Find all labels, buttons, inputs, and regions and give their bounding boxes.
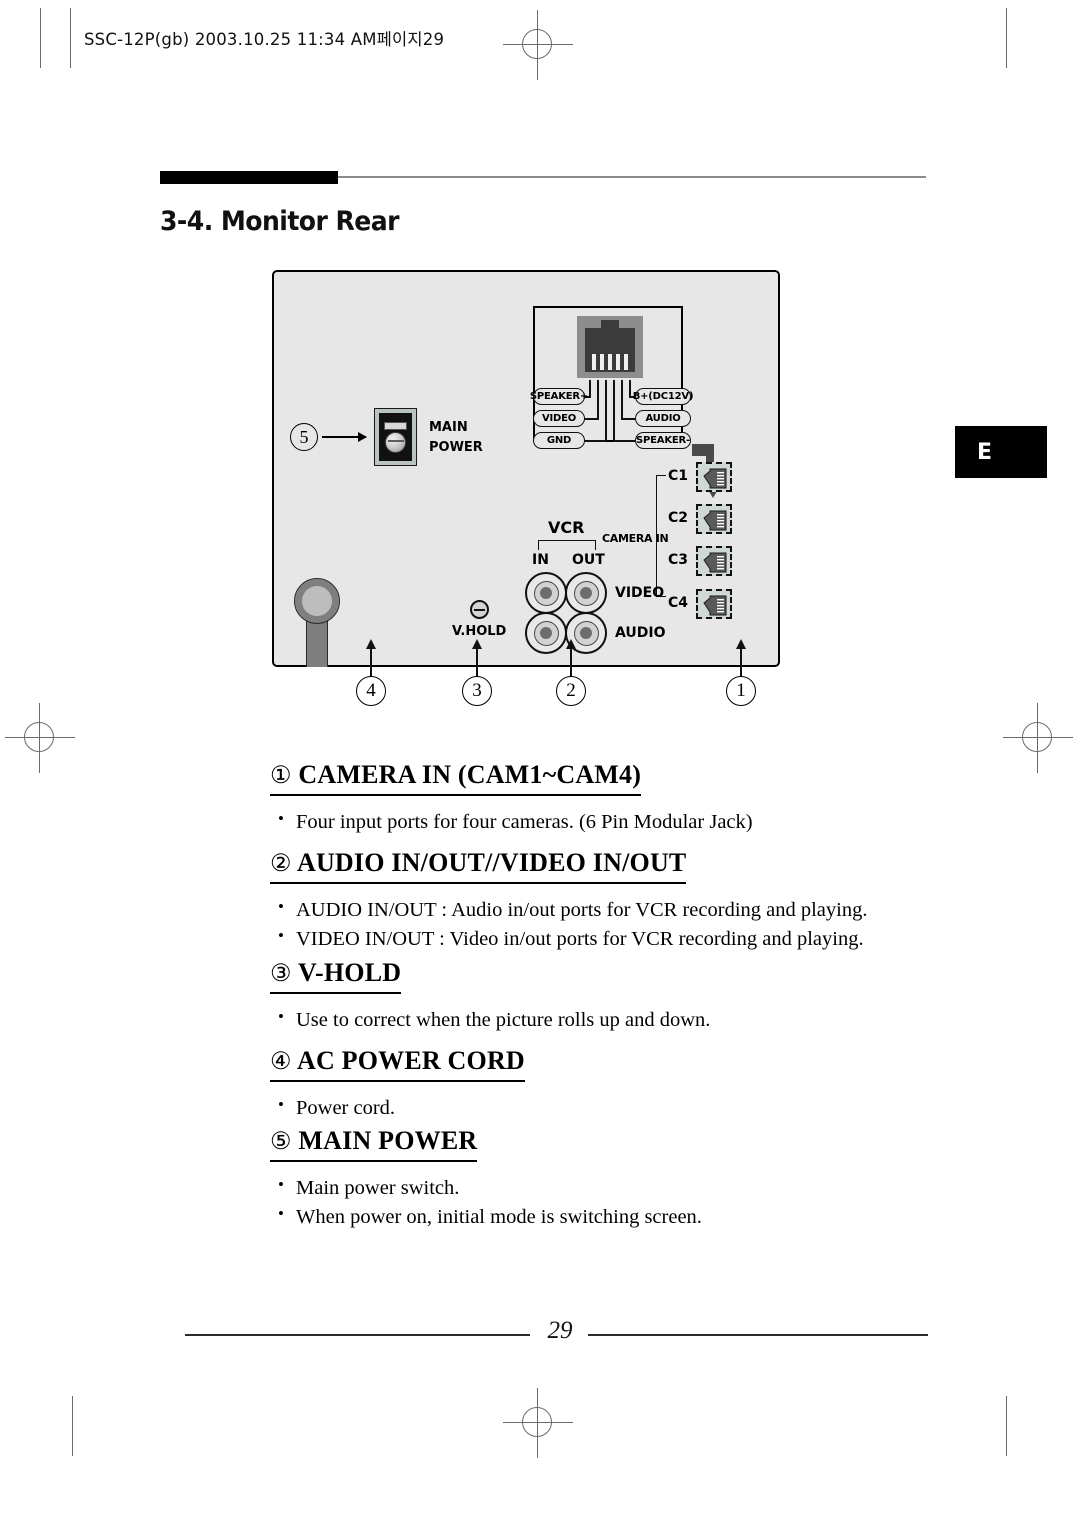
audio-in-jack[interactable] [525,612,567,654]
list-item: Main power switch. [270,1173,970,1203]
ac-power-cord-ring [294,578,340,624]
main-power-label-line1: MAIN [429,420,468,435]
section-title-2: AUDIO IN/OUT//VIDEO IN/OUT [296,848,687,877]
pin-label-speaker-minus: SPEAKER- [635,432,691,449]
camera-in-bracket [656,475,666,597]
camera-jack-c3[interactable] [696,546,732,576]
pin-label-speaker-plus: SPEAKER+ [530,388,588,405]
section-heading-2: ② AUDIO IN/OUT//VIDEO IN/OUT [270,848,687,884]
crop-line-bottom-left [72,1396,74,1456]
list-item: Power cord. [270,1093,970,1123]
title-accent-bar [160,171,338,184]
list-item: Use to correct when the picture rolls up… [270,1005,970,1035]
section-title-4: AC POWER CORD [296,1046,525,1075]
pin-label-audio: AUDIO [635,410,691,427]
section-bullets-1: Four input ports for four cameras. (6 Pi… [270,807,970,837]
diagram-callout-5: 5 [290,423,318,451]
section-camera-in: ① CAMERA IN (CAM1~CAM4) Four input ports… [270,760,970,837]
section-title-3: V-HOLD [297,958,402,987]
main-power-label-line2: POWER [429,440,483,455]
callout-number-4: 4 [356,676,386,706]
section-number-4: ④ [270,1049,292,1075]
callout-number-3: 3 [462,676,492,706]
callout-number-2: 2 [556,676,586,706]
modular-jack-plate [577,316,643,378]
section-title-5: MAIN POWER [298,1126,478,1155]
camera-port-label-c1: C1 [668,468,689,484]
list-item: When power on, initial mode is switching… [270,1202,970,1232]
registration-mark-bottom [503,1388,573,1458]
modular-jack-body [585,320,635,372]
callout-number-1: 1 [726,676,756,706]
section-heading-1: ① CAMERA IN (CAM1~CAM4) [270,760,642,796]
monitor-rear-diagram: 5 MAIN POWER SPEAKER+ VIDEO GND B+(DC12V… [272,270,780,667]
language-tab-e: E [955,426,1047,478]
vcr-out-label: OUT [572,552,605,568]
list-item: VIDEO IN/OUT : Video in/out ports for VC… [270,924,970,954]
crop-line-bottom-right [1006,1396,1008,1456]
section-number-1: ① [270,763,292,789]
camera-port-label-c4: C4 [668,595,689,611]
camera-jack-c4[interactable] [696,589,732,619]
title-rule [338,176,926,178]
section-number-3: ③ [270,961,292,987]
modular-jack-pinout-box: SPEAKER+ VIDEO GND B+(DC12V) AUDIO SPEAK… [530,306,694,449]
video-in-jack[interactable] [525,572,567,614]
v-hold-adjust-screw[interactable] [470,600,489,619]
registration-mark-top [503,10,573,80]
video-out-jack[interactable] [565,572,607,614]
camera-jack-c1[interactable] [696,462,732,492]
vcr-in-label: IN [532,552,549,568]
section-ac-power-cord: ④ AC POWER CORD Power cord. [270,1046,970,1123]
modular-jack-tab [601,320,619,329]
registration-mark-left [5,703,75,773]
page-number: 29 [547,1317,573,1344]
section-bullets-3: Use to correct when the picture rolls up… [270,1005,970,1035]
section-bullets-4: Power cord. [270,1093,970,1123]
pin-label-video: VIDEO [533,410,585,427]
callout-5-arrow [322,432,367,442]
switch-rocker-bar [384,421,407,430]
page-title: 3-4. Monitor Rear [160,206,400,237]
header-divider [70,8,72,68]
footer-rule-left [185,1334,530,1336]
camera-port-label-c3: C3 [668,552,689,568]
crop-line-top-left [40,8,42,68]
crop-line-top-right [1006,8,1008,68]
vcr-bracket [538,540,596,550]
section-title-1: CAMERA IN (CAM1~CAM4) [298,760,642,789]
list-item: Four input ports for four cameras. (6 Pi… [270,807,970,837]
main-power-switch[interactable] [374,408,417,466]
section-heading-4: ④ AC POWER CORD [270,1046,525,1082]
footer-rule-right [588,1334,928,1336]
list-item: AUDIO IN/OUT : Audio in/out ports for VC… [270,895,970,925]
section-v-hold: ③ V-HOLD Use to correct when the picture… [270,958,970,1035]
pin-label-gnd: GND [533,432,585,449]
vcr-group-label: VCR [548,518,585,537]
section-number-5: ⑤ [270,1129,292,1155]
registration-mark-right [1003,703,1073,773]
section-audio-video-inout: ② AUDIO IN/OUT//VIDEO IN/OUT AUDIO IN/OU… [270,848,970,954]
pin-label-bplus-dc12v: B+(DC12V) [633,388,694,405]
print-header-text: SSC-12P(gb) 2003.10.25 11:34 AM페이지29 [84,30,445,49]
section-number-2: ② [270,851,292,877]
audio-row-label: AUDIO [615,625,666,641]
section-bullets-2: AUDIO IN/OUT : Audio in/out ports for VC… [270,895,970,954]
switch-knob [385,431,406,453]
section-heading-3: ③ V-HOLD [270,958,402,994]
video-row-label: VIDEO [615,585,665,601]
camera-jack-c2[interactable] [696,504,732,534]
camera-port-label-c2: C2 [668,510,689,526]
section-heading-5: ⑤ MAIN POWER [270,1126,478,1162]
section-main-power: ⑤ MAIN POWER Main power switch. When pow… [270,1126,970,1232]
section-bullets-5: Main power switch. When power on, initia… [270,1173,970,1232]
v-hold-label: V.HOLD [452,624,507,639]
